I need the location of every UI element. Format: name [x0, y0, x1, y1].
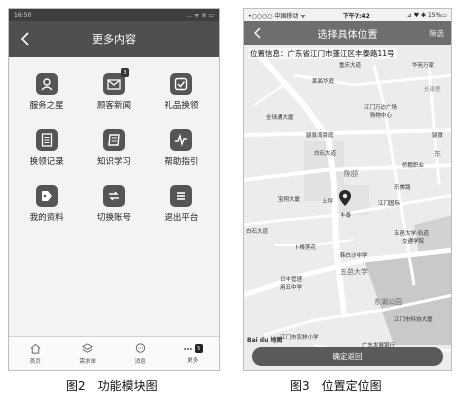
grid-item-gift-redeem[interactable]: 礼品换领	[148, 73, 215, 111]
map-label: 宝翔大厦	[278, 197, 301, 203]
map-label: 侨鹏职业	[402, 163, 425, 169]
page-title: 选择具体位置	[317, 29, 378, 41]
notebook-icon	[102, 129, 125, 151]
confirm-return-button[interactable]: 确定返回	[252, 347, 443, 366]
more-badge: 5	[194, 344, 203, 353]
location-info: 位置信息：广东省江门市蓬江区丰泰路11号	[248, 48, 397, 59]
map-label: 白石大道	[314, 151, 337, 157]
map-label: 丰泰	[340, 213, 352, 219]
location-pin-icon	[339, 190, 351, 206]
status-time: 16:50	[14, 11, 32, 19]
grid-item-label: 服务之星	[29, 101, 64, 111]
wave-icon	[170, 129, 193, 151]
map-label: 骏景湾豪庭	[306, 133, 334, 139]
page-title: 更多内容	[92, 33, 136, 46]
map-label: 交通学院	[402, 239, 425, 245]
checkbox-icon	[170, 73, 193, 95]
grid-item-label: 知识学习	[96, 157, 131, 167]
map-view[interactable]: 位置信息：广东省江门市蓬江区丰泰路11号 重庆大道 华苑万家 莱面华庭 长康里 …	[244, 45, 451, 370]
map-label: 东	[434, 150, 441, 158]
grid-item-switch-account[interactable]: 切换账号	[80, 185, 147, 223]
function-module-phone: 16:50 ... ᯤ ≋ ▭ 更多内容 服务之星 3 顾客新闻 礼品换领 换领…	[8, 8, 220, 371]
back-arrow-icon[interactable]	[250, 25, 266, 41]
map-label: 五邑大学	[340, 268, 368, 276]
map-label: 五邑大学-轨道	[394, 231, 429, 237]
map-label: 长康里	[424, 87, 441, 93]
figure-caption-right: 图3 位置定位图	[290, 379, 382, 393]
status-carrier: •○○○○ 中国移动 ᯤ	[248, 12, 306, 20]
tab-label: 需求单	[79, 359, 96, 365]
grid-item-service-star[interactable]: 服务之星	[13, 73, 80, 111]
tab-label: 更多	[187, 357, 199, 364]
filter-button[interactable]: 筛选	[429, 28, 444, 39]
back-arrow-icon[interactable]	[17, 30, 35, 48]
header-bar: 更多内容	[9, 21, 219, 57]
news-badge: 3	[120, 68, 129, 77]
map-label: 莱面华庭	[312, 79, 335, 85]
header-bar: 选择具体位置 筛选	[244, 21, 451, 45]
grid-item-label: 换领记录	[29, 157, 64, 167]
tag-icon	[35, 185, 58, 207]
chat-icon	[135, 343, 145, 353]
map-label: 骏景	[432, 133, 444, 139]
map-label: 卜棒莲花	[294, 245, 317, 251]
map-label: 韩白沙中学	[340, 253, 368, 259]
document-icon	[35, 129, 58, 151]
grid-item-label: 帮助指引	[164, 157, 199, 167]
switch-icon	[102, 185, 125, 207]
star-person-icon	[35, 73, 58, 95]
grid-item-label: 礼品换领	[164, 101, 199, 111]
map-label: 东湖公园	[374, 298, 402, 306]
map-label: 上坪	[322, 199, 334, 205]
home-icon	[30, 343, 41, 354]
layers-icon	[82, 343, 94, 353]
grid-item-exit[interactable]: 退出平台	[148, 185, 215, 223]
status-icons: ... ᯤ ≋ ▭	[186, 12, 214, 19]
tab-home[interactable]: 首页	[9, 337, 62, 370]
map-label: 用五中学	[280, 285, 303, 291]
map-label: 陈颐	[344, 170, 358, 178]
function-grid: 服务之星 3 顾客新闻 礼品换领 换领记录 知识学习 帮助指引 我的资料 切换账…	[9, 57, 219, 223]
map-label: 江门市农林小学	[280, 335, 319, 341]
map-label: 华苑万家	[412, 63, 435, 69]
map-label: 江门国际	[378, 201, 401, 207]
tab-label: 消息	[134, 359, 146, 365]
map-label: 购物中心	[370, 113, 393, 119]
tab-orders[interactable]: 需求单	[62, 337, 115, 370]
grid-item-label: 顾客新闻	[96, 101, 131, 111]
map-label: 白石大道	[246, 229, 269, 235]
status-battery: ⊿ ♥ ✱ 15%▭	[406, 11, 447, 19]
grid-item-customer-news[interactable]: 3 顾客新闻	[80, 68, 147, 111]
tab-label: 首页	[29, 359, 41, 365]
list-exit-icon	[170, 185, 193, 207]
map-label: 重庆大道	[339, 63, 362, 69]
map-provider-logo: Bai du 地图	[247, 337, 283, 344]
grid-item-redeem-record[interactable]: 换领记录	[13, 129, 80, 167]
bottom-tab-bar: 首页 需求单 消息 5 更多	[9, 336, 219, 370]
map-label: 日丰管理	[280, 277, 303, 283]
status-bar: 16:50 ... ᯤ ≋ ▭	[9, 9, 219, 21]
map-label: 乐美路	[394, 185, 411, 191]
envelope-icon: 3	[102, 68, 129, 95]
status-time: 下午7:42	[342, 12, 370, 20]
tab-more[interactable]: 5 更多	[167, 337, 220, 370]
grid-item-label: 退出平台	[164, 213, 199, 223]
figure-caption-left: 图2 功能模块图	[66, 379, 158, 393]
status-bar: •○○○○ 中国移动 ᯤ 下午7:42 ⊿ ♥ ✱ 15%▭	[244, 9, 451, 21]
grid-item-my-profile[interactable]: 我的资料	[13, 185, 80, 223]
grid-item-knowledge[interactable]: 知识学习	[80, 129, 147, 167]
map-label: 江门万达广场	[364, 105, 398, 111]
map-label: 全球通大厦	[266, 115, 294, 121]
map-label: 江门市科协大厦	[394, 317, 433, 323]
grid-item-label: 切换账号	[96, 213, 131, 223]
location-phone: •○○○○ 中国移动 ᯤ 下午7:42 ⊿ ♥ ✱ 15%▭ 选择具体位置 筛选	[243, 8, 452, 371]
grid-item-label: 我的资料	[29, 213, 64, 223]
tab-messages[interactable]: 消息	[114, 337, 167, 370]
more-icon	[184, 347, 192, 350]
grid-item-help[interactable]: 帮助指引	[148, 129, 215, 167]
